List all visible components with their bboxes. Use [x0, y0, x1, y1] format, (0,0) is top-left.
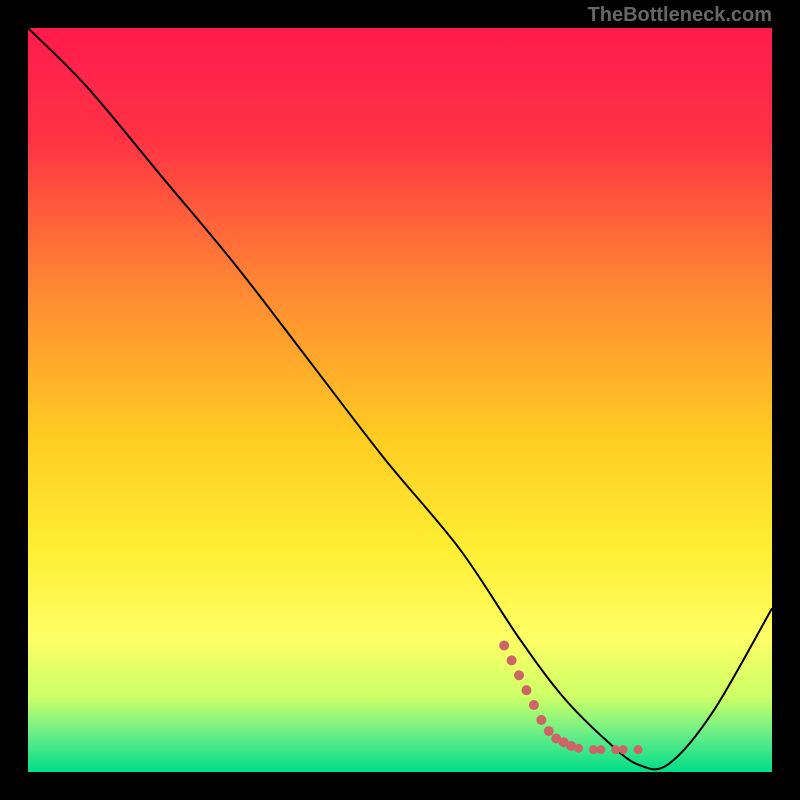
highlight-dot — [529, 700, 539, 710]
highlight-dot — [536, 715, 546, 725]
highlight-dot — [507, 655, 517, 665]
gradient-background — [28, 28, 772, 772]
highlight-dot — [544, 726, 554, 736]
highlight-dot — [619, 745, 628, 754]
watermark-text: TheBottleneck.com — [588, 4, 772, 27]
highlight-dot — [521, 685, 531, 695]
highlight-dot — [514, 670, 524, 680]
highlight-dot — [596, 745, 605, 754]
highlight-dot — [574, 744, 583, 753]
chart-plot — [28, 28, 772, 772]
highlight-dot — [634, 745, 643, 754]
highlight-dot — [499, 641, 509, 651]
